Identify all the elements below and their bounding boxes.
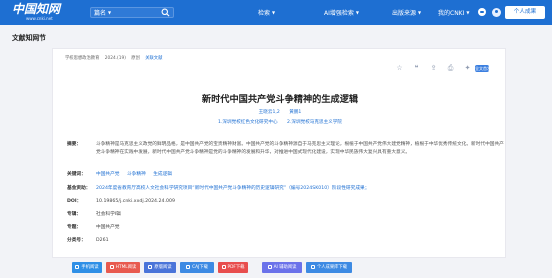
original-read-button[interactable]: 原版阅读: [144, 262, 176, 273]
print-icon[interactable]: ⎙: [446, 64, 455, 73]
author-link[interactable]: 黄鹏1: [289, 110, 301, 115]
logo-domain: www.cnki.net: [26, 16, 53, 21]
mobile-read-button[interactable]: 手机阅读: [72, 262, 102, 273]
nav-search-label: 检索: [258, 10, 271, 17]
nav-search[interactable]: 检索 ▼: [258, 8, 275, 17]
login-icon[interactable]: [478, 8, 486, 16]
book-icon: [148, 264, 153, 269]
button-label: 个人成果库下载: [316, 265, 348, 270]
html-icon: [109, 264, 114, 269]
button-label: 原版阅读: [154, 265, 172, 270]
chevron-down-icon: ▼: [355, 10, 359, 15]
keyword-link[interactable]: 斗争精神: [127, 172, 146, 177]
original-tag: 原创: [131, 56, 140, 61]
button-label: HTML阅读: [115, 265, 137, 270]
chevron-down-icon: ▼: [272, 10, 276, 15]
keywords-values: 中国共产党 斗争精神 生成逻辑: [96, 171, 178, 179]
personal-library-download-button[interactable]: 个人成果库下载: [306, 262, 352, 273]
button-label: 手机阅读: [81, 265, 99, 270]
search-scope-label: 篇名: [94, 10, 107, 17]
share-icon[interactable]: ⇪: [429, 64, 438, 73]
doi-label: DOI：: [67, 199, 82, 204]
profile-button[interactable]: 个人成果: [505, 6, 545, 19]
article-title: 新时代中国共产党斗争精神的生成逻辑: [201, 94, 359, 105]
series-value: 社会科学Ⅰ辑: [96, 212, 121, 217]
ai-read-button[interactable]: AI 辅助阅读: [262, 262, 302, 273]
star-icon[interactable]: ☆: [395, 64, 404, 73]
button-label: CAJ下载: [192, 265, 208, 270]
nav-my-cnki-label: 我的CNKI: [438, 10, 465, 17]
search-scope-select[interactable]: 篇名 ▼: [94, 8, 111, 17]
nav-publications[interactable]: 出版来源 ▼: [392, 8, 421, 17]
caj-download-button[interactable]: CAJ下载: [180, 262, 214, 273]
logo-brand-name: 中国知网: [12, 2, 61, 16]
search-icon[interactable]: [161, 8, 170, 17]
class-value: D261: [96, 238, 109, 243]
abstract-label: 摘要：: [67, 142, 82, 147]
bookmark-icon[interactable]: ✦: [463, 64, 472, 73]
pdf-download-button[interactable]: PDF下载: [218, 262, 248, 273]
html-read-button[interactable]: HTML阅读: [106, 262, 140, 273]
ai-icon: [267, 264, 272, 269]
affiliation-list: 1.深圳党校红色文化研究中心 2.深圳党校马克思主义学院: [53, 119, 507, 125]
affiliation-link[interactable]: 2.深圳党校马克思主义学院: [287, 120, 342, 125]
download-icon: [186, 264, 191, 269]
first-publish-badge: 全文首发: [475, 65, 491, 72]
avatar[interactable]: [492, 8, 501, 17]
nav-my-cnki[interactable]: 我的CNKI ▼: [438, 8, 469, 17]
fund-text[interactable]: 2024年度省教育厅高校人文社会科学研究项目“新时代中国共产党斗争精神的历史逻辑…: [96, 185, 369, 193]
chevron-down-icon: ▼: [418, 10, 422, 15]
author-list: 王晓云1,2 黄鹏1: [53, 109, 507, 115]
fund-label: 基金资助：: [67, 186, 91, 191]
keywords-label: 关键词：: [67, 172, 86, 177]
pdf-icon: [221, 264, 226, 269]
topic-label: 专题：: [67, 225, 82, 230]
author-link[interactable]: 王晓云1,2: [259, 110, 280, 115]
button-label: PDF下载: [227, 265, 245, 270]
article-card: 学校思想政治教育 2024.(19) 原创 关联文献 ☆ ❝ ⇪ ⎙ ✦ 全文首…: [52, 48, 506, 258]
chevron-down-icon: ▼: [108, 10, 112, 15]
abstract-text: 斗争精神是马克思主义政党的鲜明品格，是中国共产党的宝贵精神财富。中国共产党的斗争…: [96, 142, 504, 156]
issue-info: 2024.(19): [104, 56, 126, 61]
button-label: AI 辅助阅读: [273, 265, 297, 270]
phone-icon: [75, 264, 80, 269]
chevron-down-icon: ▼: [466, 10, 470, 15]
keyword-link[interactable]: 生成逻辑: [153, 172, 172, 177]
library-icon: [310, 264, 315, 269]
quote-icon[interactable]: ❝: [412, 64, 421, 73]
doi-value: 10.19865/j.cnki.xxdj.2024.24.009: [96, 199, 175, 204]
journal-name[interactable]: 学校思想政治教育: [65, 56, 99, 61]
related-link[interactable]: 关联文献: [145, 56, 162, 61]
page-title: 文献知网节: [12, 34, 46, 42]
class-label: 分类号：: [67, 238, 86, 243]
top-header: 中国知网 www.cnki.net 篇名 ▼ 检索 ▼ AI增强检索 ▼ 出版来源 ▼ …: [0, 0, 552, 25]
topic-value: 中国共产党: [96, 225, 120, 230]
nav-publications-label: 出版来源: [392, 10, 417, 17]
affiliation-link[interactable]: 1.深圳党校红色文化研究中心: [218, 120, 278, 125]
keyword-link[interactable]: 中国共产党: [96, 172, 119, 177]
series-label: 专辑：: [67, 212, 82, 217]
meta-row: 学校思想政治教育 2024.(19) 原创 关联文献: [65, 55, 166, 61]
nav-ai-search[interactable]: AI增强检索 ▼: [324, 8, 359, 17]
nav-ai-search-label: AI增强检索: [324, 10, 354, 17]
cnki-logo[interactable]: 中国知网 www.cnki.net: [12, 2, 64, 22]
